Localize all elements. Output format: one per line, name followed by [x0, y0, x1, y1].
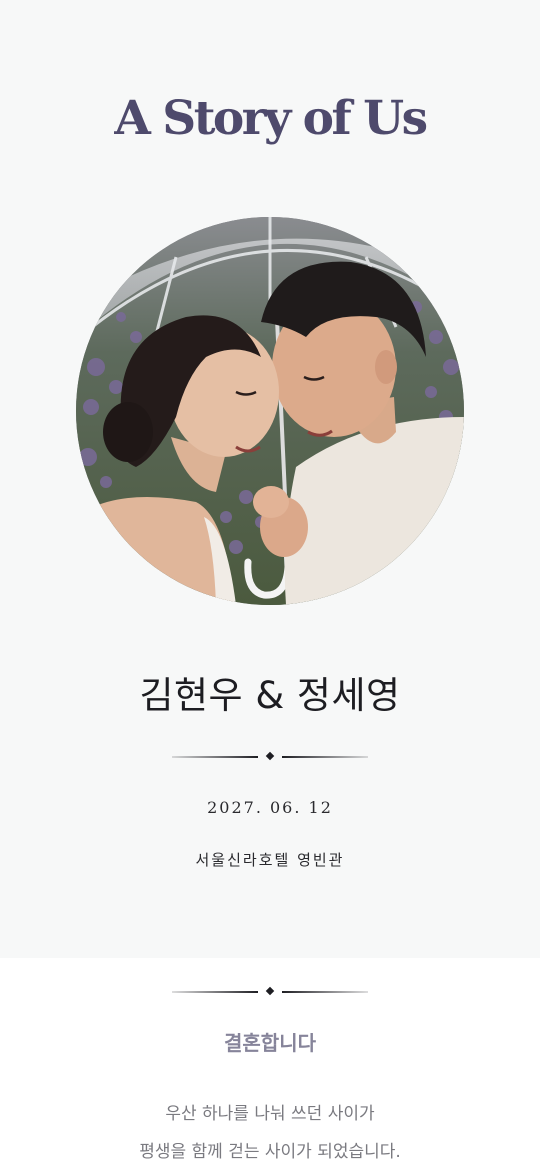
- couple-photo: [76, 217, 464, 605]
- couple-photo-illustration: [76, 217, 464, 605]
- divider-line-right: [282, 756, 368, 758]
- couple-names: 김현우 & 정세영: [139, 674, 401, 717]
- invitation-line: 우산 하나를 나눠 쓰던 사이가: [165, 1104, 375, 1124]
- wedding-date: 2027. 06. 12: [207, 798, 333, 817]
- wedding-venue: 서울신라호텔 영빈관: [195, 851, 345, 869]
- hero-section: A Story of Us 김현우 & 정세영 2027. 06. 12 서울신…: [0, 0, 540, 958]
- ornament-divider: [172, 751, 368, 762]
- invitation-line: 평생을 함께 걷는 사이가 되었습니다.: [139, 1142, 401, 1162]
- invitation-heading: 결혼합니다: [224, 1031, 316, 1055]
- page-title: A Story of Us: [114, 91, 428, 146]
- diamond-icon: [265, 751, 275, 761]
- divider-line-left: [172, 991, 258, 993]
- ornament-divider-invitation: [172, 986, 368, 997]
- divider-line-left: [172, 756, 258, 758]
- diamond-icon: [265, 986, 275, 996]
- divider-line-right: [282, 991, 368, 993]
